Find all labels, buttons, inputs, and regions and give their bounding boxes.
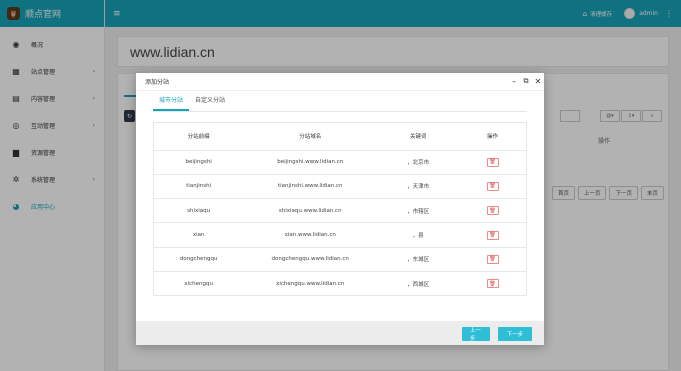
col-keyword: 关键词 xyxy=(377,123,460,151)
add-substation-dialog: 添加分站 – ⧉ ✕ 城市分站 自定义分站 分站前缀 分站域名 关键词 操作 be… xyxy=(136,73,544,345)
delete-button[interactable]: 🗑 xyxy=(486,279,499,289)
trash-icon: 🗑 xyxy=(489,280,496,287)
table-row: xichengqu xichengqu.www.lidian.cn ，西城区 🗑 xyxy=(154,271,526,295)
trash-icon: 🗑 xyxy=(489,183,496,190)
cell-action: 🗑 xyxy=(459,174,526,200)
cell-prefix: beijingshi xyxy=(154,150,244,175)
cell-keyword: ，市辖区 xyxy=(377,198,460,224)
col-action: 操作 xyxy=(459,123,526,151)
dialog-tab[interactable]: 城市分站 xyxy=(153,91,190,111)
table-body: beijingshi beijingshi.www.lidian.cn ，北京市 🗑 t… xyxy=(154,150,526,296)
cell-keyword: ，东城区 xyxy=(377,247,460,272)
delete-button[interactable]: 🗑 xyxy=(486,230,499,240)
delete-button[interactable]: 🗑 xyxy=(486,157,499,167)
cell-keyword: ，西城区 xyxy=(407,281,430,288)
cell-action: 🗑 xyxy=(459,150,526,175)
cell-domain: tianjinshi.www.lidian.cn xyxy=(243,174,378,200)
next-step-button[interactable]: 下一步 xyxy=(498,327,532,341)
table-header-row: 分站前缀 分站域名 关键词 操作 xyxy=(154,123,526,151)
cell-action: 🗑 xyxy=(459,222,526,248)
cell-domain: xichengqu.www.lidian.cn xyxy=(276,280,345,287)
dialog-header: 添加分站 – ⧉ ✕ xyxy=(136,73,544,91)
table-row: shixiaqu shixiaqu.www.lidian.cn ，市辖区 🗑 xyxy=(154,198,526,224)
delete-button[interactable]: 🗑 xyxy=(486,181,499,191)
dialog-tab[interactable]: 自定义分站 xyxy=(189,91,231,111)
cell-keyword: ，北京市 xyxy=(377,150,460,175)
minimize-icon[interactable]: – xyxy=(508,77,520,86)
col-domain: 分站域名 xyxy=(243,123,378,151)
delete-button[interactable]: 🗑 xyxy=(486,254,499,264)
cell-action: 🗑 xyxy=(459,247,526,272)
tabs-divider xyxy=(153,111,527,112)
prev-step-button[interactable]: 上一步 xyxy=(462,327,490,342)
cell-prefix: shixiaqu xyxy=(154,198,244,224)
cell-domain: xian.www.lidian.cn xyxy=(243,222,378,248)
dialog-footer: 上一步 下一步 xyxy=(136,321,544,345)
table-row: dongchengqu dongchengqu.www.lidian.cn ，东城区… xyxy=(154,247,526,272)
cell-domain: shixiaqu.www.lidian.cn xyxy=(243,198,378,224)
table-row: tianjinshi tianjinshi.www.lidian.cn ，天津市 🗑 xyxy=(154,174,526,200)
cell-domain: dongchengqu.www.lidian.cn xyxy=(243,247,378,272)
close-icon[interactable]: ✕ xyxy=(532,77,544,86)
cell-prefix: xian xyxy=(154,222,244,248)
delete-button[interactable]: 🗑 xyxy=(486,206,499,216)
cell-prefix: dongchengqu xyxy=(154,247,244,272)
cell-keyword: ，天津市 xyxy=(377,174,460,200)
table-row: beijingshi beijingshi.www.lidian.cn ，北京市 🗑 xyxy=(154,150,526,175)
cell-action: 🗑 xyxy=(459,271,526,295)
trash-icon: 🗑 xyxy=(489,159,496,166)
dialog-title: 添加分站 xyxy=(145,79,170,86)
cell-domain: beijingshi.www.lidian.cn xyxy=(243,150,378,175)
cell-keyword: ，县 xyxy=(377,222,460,248)
substation-table: 分站前缀 分站域名 关键词 操作 beijingshi beijingshi.ww… xyxy=(153,122,527,296)
cell-action: 🗑 xyxy=(459,198,526,224)
col-prefix: 分站前缀 xyxy=(154,123,244,151)
cell-prefix: xichengqu xyxy=(184,280,213,287)
table-row: xian xian.www.lidian.cn ，县 🗑 xyxy=(154,222,526,248)
maximize-icon[interactable]: ⧉ xyxy=(520,77,532,86)
cell-prefix: tianjinshi xyxy=(154,174,244,200)
trash-icon: 🗑 xyxy=(489,207,496,214)
trash-icon: 🗑 xyxy=(489,256,496,263)
trash-icon: 🗑 xyxy=(489,232,496,239)
dialog-tabs: 城市分站 自定义分站 xyxy=(153,91,231,111)
